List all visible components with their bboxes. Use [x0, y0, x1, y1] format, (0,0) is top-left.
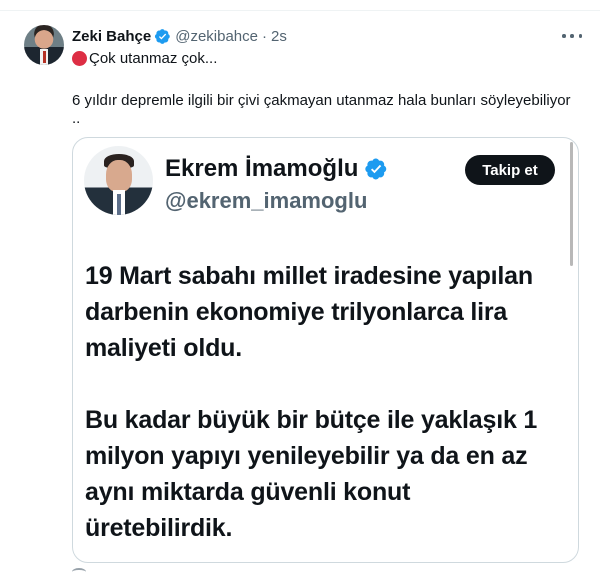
- tweet-text: Çok utanmaz çok...: [89, 50, 218, 67]
- verified-badge-icon: [155, 28, 170, 44]
- more-icon[interactable]: [562, 28, 582, 44]
- quoted-author-name-row: Ekrem İmamoğlu: [165, 155, 388, 183]
- verified-badge-icon: [365, 158, 387, 180]
- avatar[interactable]: [24, 25, 64, 65]
- more-dot: [562, 34, 566, 38]
- tweet-header: Zeki Bahçe @zekibahce · 2s: [72, 26, 287, 46]
- tweet-text: ..: [72, 110, 81, 127]
- more-dot: [578, 34, 582, 38]
- quoted-text-line: darbenin ekonomiye trilyonlarca lira: [85, 298, 508, 326]
- quoted-text-line: 19 Mart sabahı millet iradesine yapılan: [85, 262, 533, 290]
- tweet-text: 6 yıldır depremle ilgili bir çivi çakmay…: [72, 92, 571, 109]
- quoted-avatar[interactable]: [84, 146, 153, 215]
- quoted-text-line: aynı miktarda güvenli konut: [85, 478, 411, 506]
- timeline-divider: [0, 10, 600, 11]
- more-dot: [570, 34, 574, 38]
- author-name[interactable]: Zeki Bahçe: [72, 28, 151, 45]
- avatar-tie: [43, 51, 46, 63]
- avatar-tie: [117, 194, 121, 215]
- red-circle-icon: [72, 51, 87, 66]
- author-handle[interactable]: @zekibahce: [175, 28, 258, 45]
- tweet-text-line: Çok utanmaz çok...: [72, 50, 217, 67]
- card-scrollbar[interactable]: [570, 142, 573, 266]
- separator-dot: ·: [262, 27, 267, 45]
- reply-icon[interactable]: [72, 568, 86, 576]
- follow-button[interactable]: Takip et: [465, 155, 555, 185]
- quoted-author-name[interactable]: Ekrem İmamoğlu: [165, 155, 358, 183]
- tweet-timestamp[interactable]: 2s: [271, 28, 287, 45]
- quoted-text-line: milyon yapıyı yenileyebilir ya da en az: [85, 442, 528, 470]
- quoted-text-line: Bu kadar büyük bir bütçe ile yaklaşık 1: [85, 406, 538, 434]
- quoted-post-card[interactable]: Ekrem İmamoğlu @ekrem_imamoglu Takip et …: [72, 137, 579, 563]
- quoted-post-text: 19 Mart sabahı millet iradesine yapılan …: [85, 258, 573, 546]
- quoted-author-handle[interactable]: @ekrem_imamoglu: [165, 188, 367, 214]
- quoted-text-line: maliyeti oldu.: [85, 334, 242, 362]
- quoted-text-line: üretebilirdik.: [85, 514, 233, 542]
- avatar-face: [106, 160, 132, 192]
